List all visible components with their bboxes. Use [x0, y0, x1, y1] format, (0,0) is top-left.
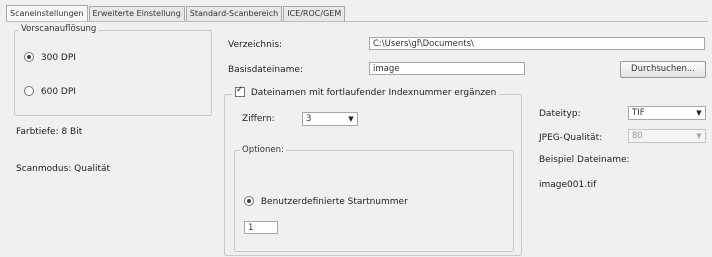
- digits-select[interactable]: 3 ▼: [302, 112, 358, 126]
- resolution-option-600[interactable]: 600 DPI: [24, 86, 76, 97]
- basename-field[interactable]: image: [369, 62, 525, 75]
- radio-600-dpi-label: 600 DPI: [40, 86, 76, 97]
- tab-advanced-settings[interactable]: Erweiterte Einstellung: [88, 6, 185, 21]
- jpeg-quality-label: JPEG-Qualität:: [539, 133, 603, 143]
- digits-select-value: 3: [306, 114, 312, 124]
- filetype-label: Dateityp:: [539, 109, 581, 119]
- example-filename-label: Beispiel Dateiname:: [539, 155, 630, 165]
- filetype-select-value: TIF: [632, 108, 645, 118]
- resolution-option-300[interactable]: 300 DPI: [24, 52, 76, 63]
- digits-label: Ziffern:: [242, 114, 275, 124]
- scan-mode-text: Scanmodus: Qualität: [16, 164, 111, 174]
- custom-start-option[interactable]: Benutzerdefinierte Startnummer: [244, 196, 408, 207]
- indexing-checkbox-label: Dateinamen mit fortlaufender Indexnummer…: [250, 87, 497, 98]
- indexing-checkbox[interactable]: [235, 85, 245, 97]
- radio-custom-start-label: Benutzerdefinierte Startnummer: [260, 196, 408, 207]
- color-depth-text: Farbtiefe: 8 Bit: [16, 127, 83, 137]
- browse-button[interactable]: Durchsuchen...: [620, 61, 706, 78]
- basename-label: Basisdateiname:: [228, 65, 303, 75]
- tab-scan-settings[interactable]: Scaneinstellungen: [6, 5, 88, 21]
- tab-ice-roc-gem[interactable]: ICE/ROC/GEM: [283, 6, 346, 21]
- radio-600-dpi[interactable]: [24, 86, 34, 96]
- directory-label: Verzeichnis:: [228, 40, 283, 50]
- tab-bar: Scaneinstellungen Erweiterte Einstellung…: [6, 5, 346, 22]
- chevron-down-icon: ▼: [696, 109, 702, 117]
- tab-default-scan-area[interactable]: Standard-Scanbereich: [185, 6, 283, 21]
- resolution-group-title: Vorscanauflösung: [19, 24, 99, 34]
- tab-panel-border: [6, 21, 708, 22]
- radio-300-dpi-label: 300 DPI: [40, 52, 76, 63]
- start-number-field[interactable]: 1: [244, 221, 278, 234]
- jpeg-quality-select[interactable]: 80 ▼: [628, 129, 706, 143]
- radio-300-dpi[interactable]: [24, 52, 34, 62]
- indexing-checkbox-row[interactable]: Dateinamen mit fortlaufender Indexnummer…: [232, 85, 500, 98]
- jpeg-quality-value: 80: [632, 131, 643, 141]
- options-group-title: Optionen:: [240, 145, 286, 155]
- radio-custom-start[interactable]: [244, 196, 254, 206]
- chevron-down-icon: ▼: [696, 132, 702, 140]
- directory-field[interactable]: C:\Users\gf\Documents\: [369, 37, 705, 50]
- resolution-group: [14, 30, 212, 116]
- example-filename-value: image001.tif: [539, 180, 597, 190]
- filetype-select[interactable]: TIF ▼: [628, 106, 706, 120]
- chevron-down-icon: ▼: [348, 115, 354, 123]
